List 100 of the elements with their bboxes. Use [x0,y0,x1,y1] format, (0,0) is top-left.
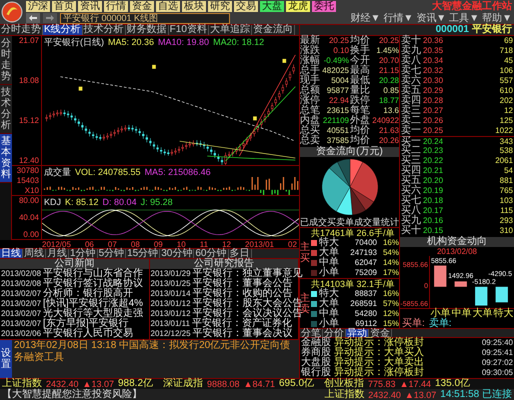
news-date: 2013/01/29 [150,269,191,279]
tab[interactable]: 15分钟 [126,249,160,258]
toolbar-button[interactable]: 资讯 [78,1,102,12]
tab[interactable]: 60分钟 [194,249,228,258]
order-price: 20.29 [423,86,444,96]
quote-value: 37585 [326,136,349,146]
toolbar-button[interactable]: 交易 [234,1,258,12]
indicator-value: KDJ [44,196,62,206]
toolbar-button[interactable]: 大盘 [260,1,284,12]
order-volume: 103 [500,196,513,206]
news-item[interactable]: 2013/02/08 平安银行与山东省合作 [0,269,148,279]
order-level-label: 买十 [401,226,421,236]
date-label: 08 [130,240,140,248]
index-turnover: 135.0亿 [435,379,470,389]
toolbar-button[interactable]: 首页 [52,1,76,12]
axis-label: 21.07 [18,36,39,45]
quote-value: 0.85 [382,86,399,96]
axis-label: 40.04 [18,213,39,222]
toolbar-button[interactable]: 沪深 [26,1,50,12]
tab[interactable]: 基本资料 [0,134,12,183]
forward-button[interactable] [43,13,57,23]
tab[interactable]: 1分钟 [69,249,98,258]
news-item[interactable]: 2013/01/14 平安银行：收购的公告 [150,289,298,299]
menu-button[interactable]: 工具▼ [449,12,480,24]
news-item[interactable]: 2013/01/25 平安银行：董事会公告 [150,279,298,289]
toolbar-button[interactable]: 委托 [312,1,336,12]
menu-button[interactable]: 资讯▼ [416,12,446,24]
order-level-label: 卖八 [401,56,421,66]
tab[interactable]: 周线 [23,249,46,258]
toolbar-button[interactable]: 板块 [182,1,206,12]
tab[interactable]: 资金流向 [252,25,295,35]
tab[interactable]: 大单追踪 [208,25,252,35]
legend-amount: 268591 [350,299,377,309]
tab[interactable]: 日线 [0,249,23,258]
tab[interactable]: K线分析 [43,25,83,35]
news-item[interactable]: 2013/02/07 光大银行等大型股走强 [0,309,148,319]
logo-icon [1,1,23,23]
tab[interactable]: 分时走势 [0,25,43,35]
indicator-value: MA5: 20.36 [108,36,154,46]
indicator-value: MA5: 215086.46 [144,166,211,176]
axis-label: 小单 [430,309,451,319]
news-item[interactable]: 2013/02/08 平安银行签订战略协议 [0,279,148,289]
tab[interactable]: 财务数据 [126,25,169,35]
news-date: 2013/02/07 [1,319,42,329]
quote-label: 最新 [300,36,320,46]
axis-label: 中单 [451,309,472,319]
settings-button[interactable]: 设置 [0,340,12,378]
legend-amount: 69112 [355,319,377,328]
tab[interactable]: 分时走势 [0,36,12,85]
tab[interactable]: 多日 [228,249,252,258]
side-label: 主卖 [300,293,311,315]
quote-value: 20.28 [378,76,399,86]
news-ticker: 2013年02月08日 13:18 中国高速：拟发行20亿元非公开定向债务融资工具 [13,340,292,365]
quote-label: 总额 [300,86,320,96]
news-title: 平安银行：会议决议公告 [192,309,303,319]
menu-button[interactable]: 行情▼ [383,12,414,24]
tab[interactable]: 分价 [323,329,346,337]
tab[interactable]: 30分钟 [160,249,194,258]
order-level-label: 卖二 [401,116,421,126]
news-item[interactable]: 2013/02/07 [快讯]平安银行涨超4% [0,299,148,309]
toolbar-button[interactable]: 行情 [104,1,128,12]
address-field[interactable]: 平安银行 000001 K线图 [60,12,230,24]
order-price: 20.20 [423,176,444,186]
index-value: 2432.40 [46,379,79,389]
order-level-label: 买二 [401,146,421,156]
order-price: 20.26 [423,116,444,126]
tab[interactable]: 资金 [369,329,392,337]
toolbar-button[interactable]: 自选 [156,1,180,12]
news-item[interactable]: 2013/02/07 分析师：银行股高开 [0,289,148,299]
tab[interactable]: 异动 [346,329,369,337]
news-title: 平安银行：收购的公告 [192,289,293,299]
tab[interactable]: 分笔 [300,329,323,337]
news-item[interactable]: 2013/02/07 [东方早报]平安银行 [0,319,148,329]
toolbar-button[interactable]: 龙虎 [286,1,310,12]
news-item[interactable]: 2012/12/25 平安银行：董事会决议 [150,329,298,339]
order-volume: 12 [504,106,513,116]
tab[interactable]: 5分钟 [98,249,126,258]
indicator-value: MA20: 18.12 [213,36,264,46]
quote-label: 最低 [350,76,370,86]
menu-button[interactable]: 帮助▼ [482,12,512,24]
order-price: 20.22 [423,156,444,166]
news-item[interactable]: 2013/01/11 平安银行：资产证券化 [150,319,298,329]
quote-value: 482025 [321,66,349,76]
legend-amount: 70400 [354,238,377,248]
menu-button[interactable]: 财经▼ [350,12,380,24]
back-arrow-icon [29,15,37,21]
toolbar-button[interactable]: 研究 [208,1,232,12]
tab[interactable]: 月线 [46,249,69,258]
toolbar-button[interactable]: 资金 [130,1,154,12]
news-item[interactable]: 2013/02/06 平安银行人民币交易 [0,329,148,339]
index-turnover: 695.0亿 [279,379,314,389]
order-level-label: 卖四 [401,96,421,106]
tab[interactable]: F10资料 [168,25,209,35]
alert-stock: 券商股 [301,348,331,358]
back-button[interactable] [26,13,40,23]
news-date: 2013/01/14 [150,289,191,299]
tab[interactable]: 技术分析 [0,85,12,134]
order-volume: 765 [500,186,513,196]
tab[interactable]: 技术分析 [82,25,126,35]
news-date: 2013/02/07 [1,299,42,309]
